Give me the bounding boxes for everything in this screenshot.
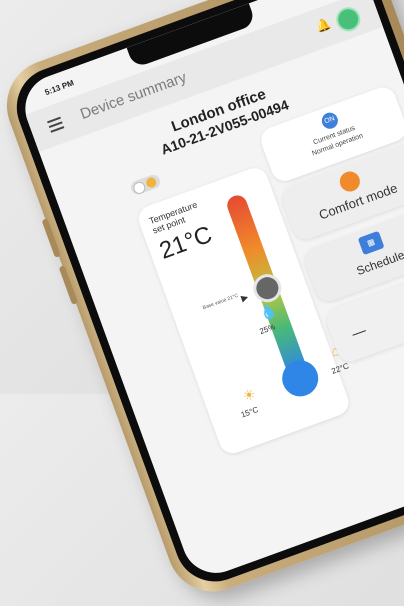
calendar-icon: ▦ — [357, 230, 385, 256]
bell-icon[interactable]: 🔔 — [314, 16, 333, 34]
schedule-label: Schedule — [354, 247, 404, 279]
toggle-off-knob — [131, 180, 148, 196]
hamburger-menu-icon[interactable] — [47, 116, 65, 136]
phone-mockup: 5:13 PM ✱ ▲ ▮ Device summary 🔔 London of… — [0, 0, 404, 605]
pointer-icon: ▶ — [239, 291, 250, 304]
avatar[interactable] — [332, 3, 364, 35]
toggle-on-knob — [144, 176, 158, 189]
status-icon: ON — [319, 110, 341, 131]
comfort-mode-icon — [337, 168, 363, 195]
minus-icon[interactable]: — — [349, 322, 368, 342]
clock: 5:13 PM — [43, 78, 76, 98]
base-value-label: Base value 21°C — [202, 292, 240, 312]
power-toggle[interactable] — [129, 172, 163, 197]
